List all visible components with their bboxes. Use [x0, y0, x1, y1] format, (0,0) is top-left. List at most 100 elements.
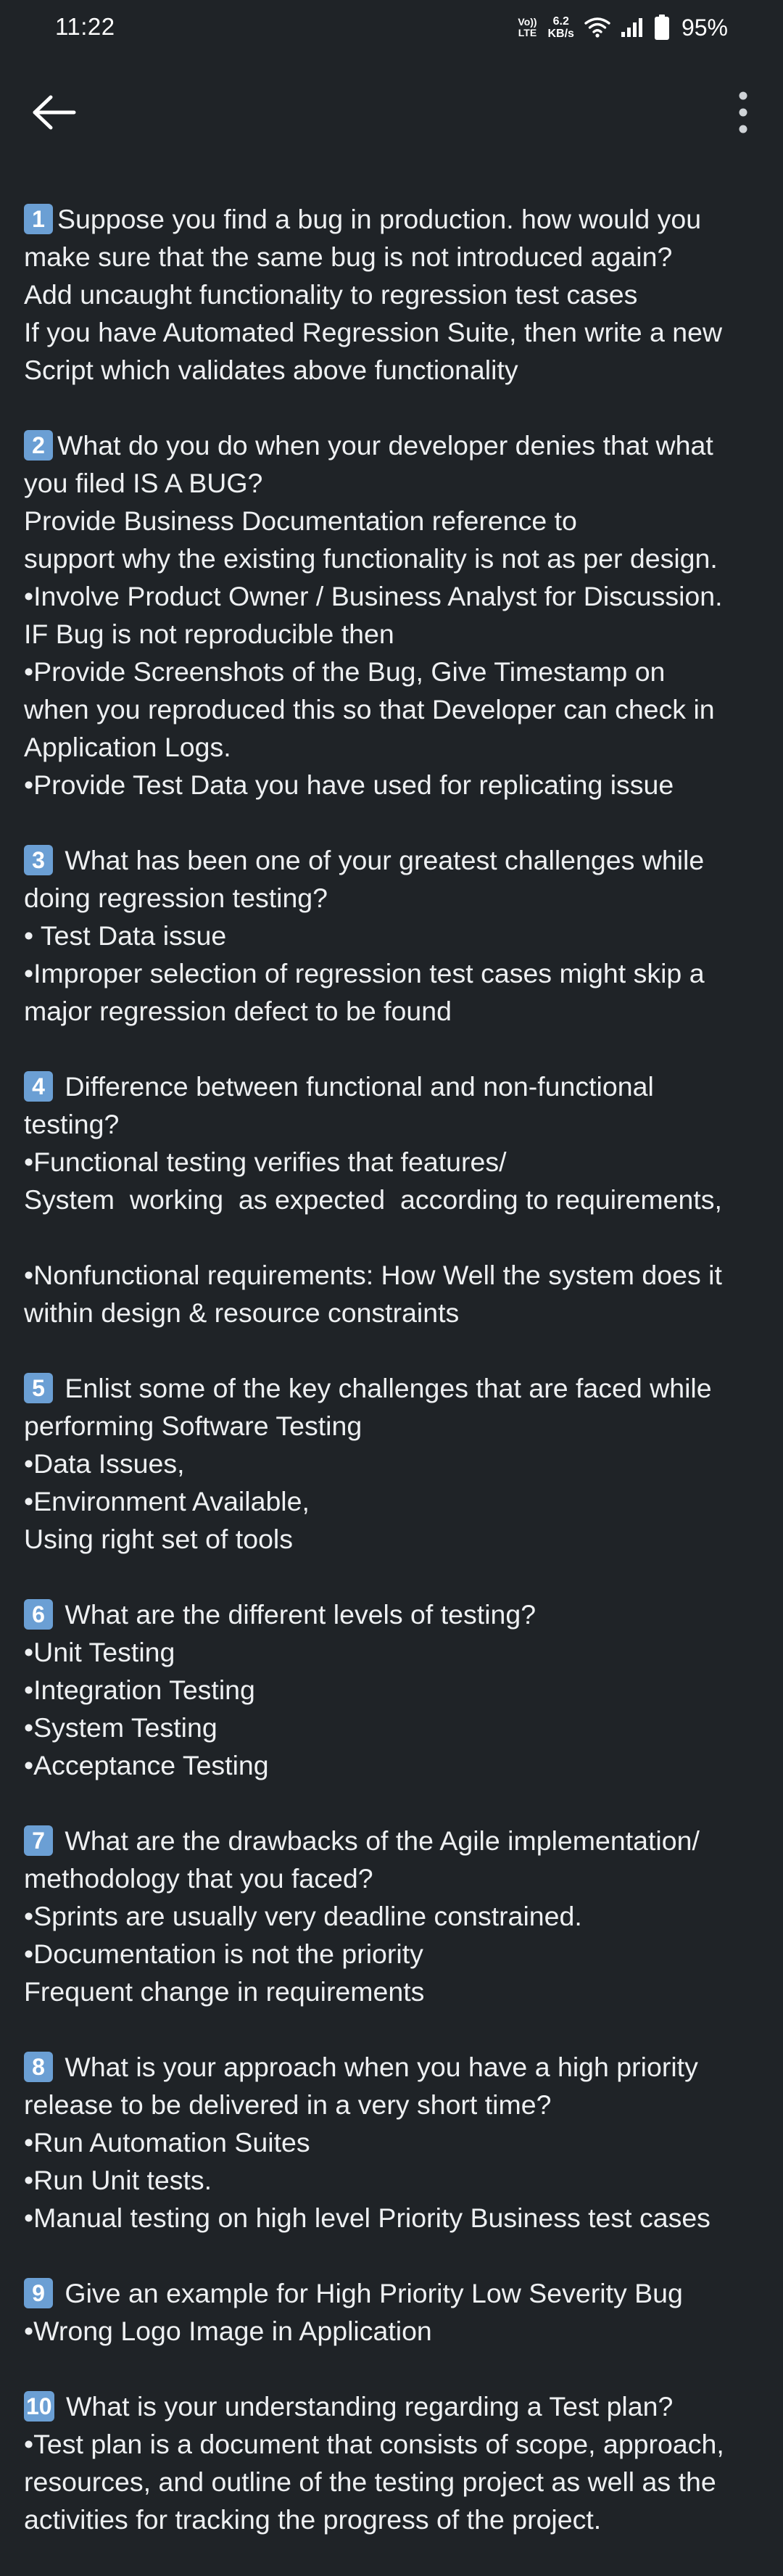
- question-line: you filed IS A BUG?: [24, 464, 763, 502]
- app-bar: [0, 58, 783, 167]
- qa-item: 8 What is your approach when you have a …: [24, 2048, 763, 2237]
- question-text: methodology that you faced?: [24, 1863, 373, 1894]
- arrow-left-icon: [33, 95, 76, 130]
- question-line: 9 Give an example for High Priority Low …: [24, 2274, 763, 2312]
- signal-icon: [621, 18, 642, 37]
- network-speed-value: 6.2: [552, 15, 569, 28]
- answer-line: •Provide Screenshots of the Bug, Give Ti…: [24, 656, 666, 687]
- question-text: What are the different levels of testing…: [57, 1599, 536, 1630]
- qa-item: 2 What do you do when your developer deni…: [24, 426, 763, 804]
- network-speed-unit: KB/s: [547, 28, 574, 40]
- answer-line: activities for tracking the progress of …: [24, 2504, 602, 2535]
- question-text: What do you do when your developer denie…: [57, 430, 713, 461]
- qa-item: 5 Enlist some of the key challenges that…: [24, 1369, 763, 1558]
- answer-line: •Involve Product Owner / Business Analys…: [24, 581, 723, 611]
- answer-line: support why the existing functionality i…: [24, 543, 718, 574]
- answer-line: IF Bug is not reproducible then: [24, 619, 394, 649]
- volte-indicator: Vo)) LTE: [518, 17, 538, 38]
- answer-line: •Provide Test Data you have used for rep…: [24, 769, 674, 800]
- qa-item: 9 Give an example for High Priority Low …: [24, 2274, 763, 2350]
- question-line: 1 Suppose you find a bug in production. h…: [24, 200, 763, 238]
- number-badge: 6: [24, 1599, 53, 1630]
- question-line: make sure that the same bug is not intro…: [24, 238, 763, 276]
- question-line: 5 Enlist some of the key challenges that…: [24, 1369, 763, 1407]
- answer-line: •Environment Available,: [24, 1486, 310, 1516]
- question-text: release to be delivered in a very short …: [24, 2089, 552, 2120]
- answer-line: resources, and outline of the testing pr…: [24, 2466, 716, 2497]
- more-options-button[interactable]: [718, 83, 768, 141]
- answer-line: • Test Data issue: [24, 920, 227, 951]
- question-text: doing regression testing?: [24, 883, 328, 913]
- question-text: make sure that the same bug is not intro…: [24, 242, 673, 272]
- question-text: Give an example for High Priority Low Se…: [57, 2278, 683, 2308]
- question-text: What is your approach when you have a hi…: [57, 2052, 698, 2082]
- question-line: 7 What are the drawbacks of the Agile im…: [24, 1822, 763, 1859]
- number-badge: 8: [24, 2052, 53, 2082]
- answer-line: •System Testing: [24, 1712, 218, 1743]
- question-line: 10 What is your understanding regarding …: [24, 2387, 763, 2425]
- answer-line: within design & resource constraints: [24, 1297, 460, 1328]
- number-badge: 7: [24, 1825, 53, 1856]
- qa-item: 6 What are the different levels of testi…: [24, 1595, 763, 1784]
- answer-line: •Run Automation Suites: [24, 2127, 310, 2158]
- number-badge: 10: [24, 2391, 54, 2422]
- wifi-icon: [584, 17, 610, 38]
- question-text: you filed IS A BUG?: [24, 468, 263, 498]
- answer-line: •Test plan is a document that consists o…: [24, 2429, 724, 2459]
- answer-line: •Unit Testing: [24, 1637, 175, 1667]
- number-badge: 5: [24, 1373, 53, 1403]
- answer-line: Using right set of tools: [24, 1524, 294, 1554]
- answer-line: [24, 1218, 763, 1256]
- answer-line: If you have Automated Regression Suite, …: [24, 317, 723, 347]
- answer-line: •Documentation is not the priority: [24, 1939, 423, 1969]
- answer-line: •Improper selection of regression test c…: [24, 958, 705, 988]
- battery-icon: [654, 15, 669, 40]
- question-line: performing Software Testing: [24, 1407, 763, 1445]
- answer-line: •Nonfunctional requirements: How Well th…: [24, 1260, 722, 1290]
- status-icons: Vo)) LTE 6.2 KB/s 95%: [518, 12, 728, 44]
- answer-line: when you reproduced this so that Develop…: [24, 694, 715, 724]
- answer-line: Frequent change in requirements: [24, 1976, 425, 2007]
- answer-line: •Data Issues,: [24, 1448, 185, 1479]
- question-text: What has been one of your greatest chall…: [57, 845, 705, 875]
- number-badge: 9: [24, 2278, 53, 2308]
- qa-item: 10 What is your understanding regarding …: [24, 2387, 763, 2538]
- question-line: 4 Difference between functional and non-…: [24, 1068, 763, 1105]
- question-text: Difference between functional and non-fu…: [57, 1071, 654, 1102]
- question-text: testing?: [24, 1109, 120, 1139]
- question-line: methodology that you faced?: [24, 1859, 763, 1897]
- battery-percent: 95%: [681, 14, 728, 41]
- answer-line: Application Logs.: [24, 732, 231, 762]
- answer-line: •Manual testing on high level Priority B…: [24, 2203, 710, 2233]
- volte-label: Vo)): [518, 16, 537, 28]
- answer-line: •Sprints are usually very deadline const…: [24, 1901, 582, 1931]
- question-line: doing regression testing?: [24, 879, 763, 917]
- number-badge: 3: [24, 845, 53, 875]
- number-badge: 1: [24, 204, 53, 234]
- question-text: Enlist some of the key challenges that a…: [57, 1373, 712, 1403]
- number-badge: 2: [24, 430, 53, 461]
- question-line: 3 What has been one of your greatest cha…: [24, 841, 763, 879]
- status-time: 11:22: [55, 13, 115, 40]
- answer-line: System working as expected according to …: [24, 1184, 722, 1215]
- question-line: release to be delivered in a very short …: [24, 2086, 763, 2123]
- qa-item: 7 What are the drawbacks of the Agile im…: [24, 1822, 763, 2010]
- answer-line: •Run Unit tests.: [24, 2165, 212, 2195]
- status-bar: 11:22 Vo)) LTE 6.2 KB/s 95%: [0, 0, 783, 58]
- answer-line: •Functional testing verifies that featur…: [24, 1147, 507, 1177]
- network-speed: 6.2 KB/s: [548, 15, 574, 40]
- answer-line: •Integration Testing: [24, 1675, 255, 1705]
- qa-item: 3 What has been one of your greatest cha…: [24, 841, 763, 1030]
- question-line: 8 What is your approach when you have a …: [24, 2048, 763, 2086]
- answer-line: •Acceptance Testing: [24, 1750, 269, 1780]
- answer-line: •Wrong Logo Image in Application: [24, 2316, 432, 2346]
- question-text: Suppose you find a bug in production. ho…: [57, 204, 702, 234]
- question-line: testing?: [24, 1105, 763, 1143]
- qa-item: 4 Difference between functional and non-…: [24, 1068, 763, 1332]
- number-badge: 4: [24, 1071, 53, 1102]
- more-vertical-icon: [739, 91, 747, 133]
- back-button[interactable]: [22, 87, 87, 138]
- question-text: What are the drawbacks of the Agile impl…: [57, 1825, 700, 1856]
- question-line: 6 What are the different levels of testi…: [24, 1595, 763, 1633]
- lte-label: LTE: [518, 27, 537, 38]
